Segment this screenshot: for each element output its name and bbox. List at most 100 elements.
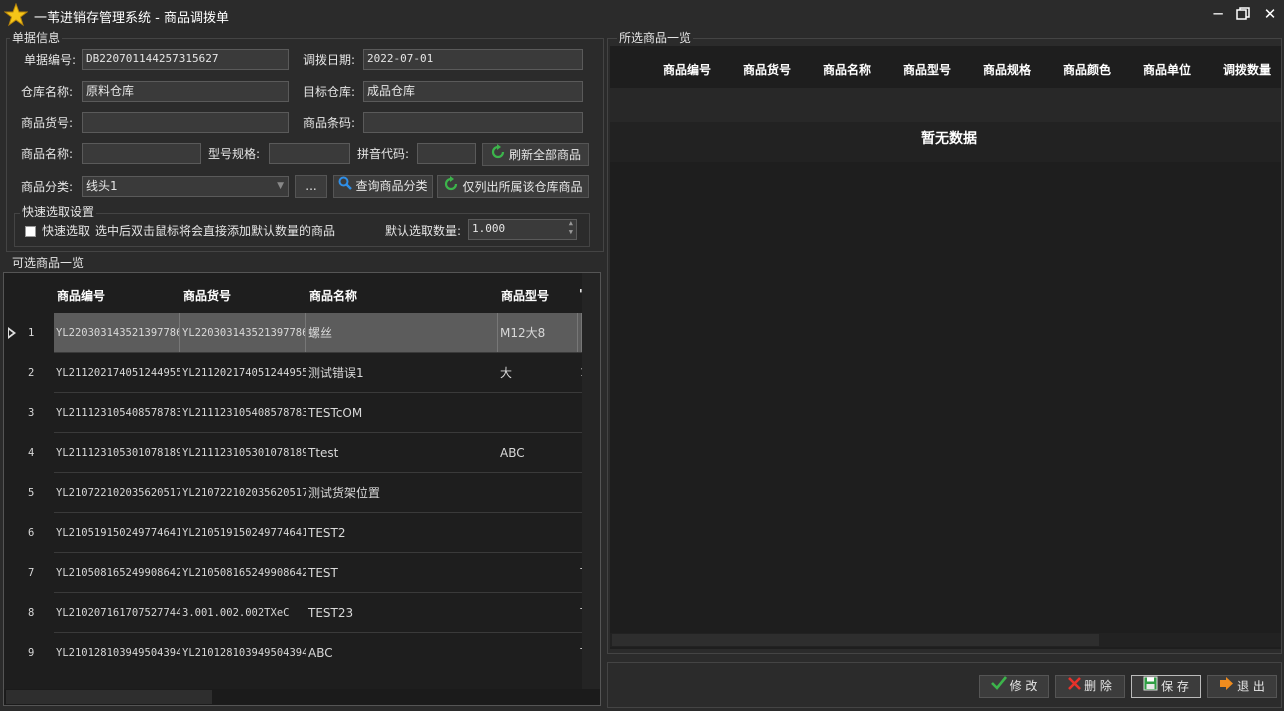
target-warehouse-label: 目标仓库: [303,85,356,99]
list-warehouse-products-label: 仅列出所属该仓库商品 [462,180,583,194]
col-header-name[interactable]: 商品名称 [309,287,357,304]
table-row[interactable]: 4 YL211123105301078189 YL21112310530107818… [4,433,582,473]
cell-model[interactable]: 大 [498,353,578,393]
quick-select-checkbox[interactable] [25,226,36,237]
cell-model[interactable] [498,553,578,593]
exit-label: 退 出 [1237,679,1265,694]
pinyin-field[interactable] [417,143,476,164]
barcode-field[interactable] [363,112,583,133]
selected-col-code[interactable]: 商品编号 [663,61,711,78]
cell-sku[interactable]: YL211123105301078189 [180,433,306,473]
available-products-title: 可选商品一览 [10,256,87,270]
exit-button[interactable]: 退 出 [1207,675,1277,698]
cell-sku[interactable]: YL211123105408578783 [180,393,306,433]
cell-code[interactable]: YL211202174051244955 [54,353,180,393]
selected-col-model[interactable]: 商品型号 [903,61,951,78]
doc-no-field[interactable]: DB220701144257315627 [82,49,289,70]
selected-col-color[interactable]: 商品颜色 [1063,61,1111,78]
cell-code[interactable]: YL220303143521397786 [54,313,180,353]
selected-col-name[interactable]: 商品名称 [823,61,871,78]
cell-name[interactable]: TEST23 [306,593,498,633]
default-qty-label: 默认选取数量: [385,224,462,238]
cell-code[interactable]: YL210722102035620517 [54,473,180,513]
cell-code[interactable]: YL211123105408578783 [54,393,180,433]
table-row[interactable]: 6 YL210519150249774641 YL21051915024977464… [4,513,582,553]
cell-sku[interactable]: YL211202174051244955 [180,353,306,393]
table-row[interactable]: 7 YL210508165249908642 YL21050816524990864… [4,553,582,593]
chevron-down-icon: ▼ [277,181,284,191]
table-row[interactable]: 9 YL210128103949504394 YL21012810394950439… [4,633,582,673]
barcode-label: 商品条码: [303,116,356,130]
cell-name[interactable]: TESTcOM [306,393,498,433]
cell-sku[interactable]: YL210508165249908642 [180,553,306,593]
minimize-button[interactable]: ─ [1206,4,1230,24]
row-number: 8 [28,607,35,619]
cell-name[interactable]: 测试货架位置 [306,473,498,513]
cell-sku[interactable]: YL210128103949504394 [180,633,306,673]
cell-model[interactable]: M12大8 [498,313,578,353]
available-products-grid[interactable]: 商品编号 商品货号 商品名称 商品型号 ' 1 YL220303143521397… [3,272,601,706]
table-row[interactable]: 5 YL210722102035620517 YL21072210203562051… [4,473,582,513]
name-field[interactable] [82,143,201,164]
cell-name[interactable]: 测试错误1 [306,353,498,393]
cell-code[interactable]: YL211123105301078189 [54,433,180,473]
table-row[interactable]: 2 YL211202174051244955 YL21120217405124495… [4,353,582,393]
selected-col-qty[interactable]: 调拨数量 [1223,61,1271,78]
search-icon [338,176,353,197]
document-info-title: 单据信息 [10,31,63,45]
col-header-model[interactable]: 商品型号 [501,287,549,304]
cell-model[interactable] [498,393,578,433]
cell-name[interactable]: Ttest [306,433,498,473]
cell-name[interactable]: TEST [306,553,498,593]
category-browse-button[interactable]: ... [295,175,327,198]
edit-label: 修 改 [1009,679,1038,693]
vertical-scrollbar[interactable] [582,273,600,691]
cell-sku[interactable]: 3.001.002.002TXeC [180,593,306,633]
refresh-all-button[interactable]: 刷新全部商品 [482,143,589,166]
default-qty-spinner[interactable]: 1.000 ▲ ▼ [468,219,577,240]
table-row[interactable]: 3 YL211123105408578783 YL21112310540857878… [4,393,582,433]
warehouse-label: 仓库名称: [21,85,74,99]
table-row[interactable]: 1 YL220303143521397786 YL22030314352139778… [4,313,582,353]
selected-col-unit[interactable]: 商品单位 [1143,61,1191,78]
col-header-code[interactable]: 商品编号 [57,287,105,304]
horizontal-scrollbar[interactable] [4,689,600,705]
cell-name[interactable]: ABC [306,633,498,673]
cell-model[interactable] [498,513,578,553]
table-row[interactable]: 8 YL210207161707527744 3.001.002.002TXeC TE… [4,593,582,633]
model-field[interactable] [269,143,350,164]
cell-sku[interactable]: YL220303143521397786 [180,313,306,353]
warehouse-field[interactable]: 原料仓库 [82,81,289,102]
col-header-sku[interactable]: 商品货号 [183,287,231,304]
cell-name[interactable]: TEST2 [306,513,498,553]
date-field[interactable]: 2022-07-01 [363,49,583,70]
category-value: 线头1 [86,179,118,193]
target-warehouse-field[interactable]: 成品仓库 [363,81,583,102]
sku-field[interactable] [82,112,289,133]
cell-model[interactable] [498,593,578,633]
query-category-button[interactable]: 查询商品分类 [333,175,433,198]
cell-model[interactable] [498,473,578,513]
quick-select-label[interactable]: 快速选取 [42,221,90,241]
category-select[interactable]: 线头1 ▼ [82,176,289,197]
selected-products-grid[interactable]: 商品编号 商品货号 商品名称 商品型号 商品规格 商品颜色 商品单位 调拨数量 … [610,46,1281,649]
cell-code[interactable]: YL210508165249908642 [54,553,180,593]
cell-name[interactable]: 螺丝 [306,313,498,353]
selected-col-sku[interactable]: 商品货号 [743,61,791,78]
cell-code[interactable]: YL210207161707527744 [54,593,180,633]
cell-sku[interactable]: YL210519150249774641 [180,513,306,553]
close-button[interactable]: ✕ [1258,4,1282,24]
cell-sku[interactable]: YL210722102035620517 [180,473,306,513]
restore-button[interactable] [1231,4,1255,24]
cell-code[interactable]: YL210128103949504394 [54,633,180,673]
cell-code[interactable]: YL210519150249774641 [54,513,180,553]
list-warehouse-products-button[interactable]: 仅列出所属该仓库商品 [437,175,589,198]
save-button[interactable]: 保 存 [1131,675,1201,698]
edit-button[interactable]: 修 改 [979,675,1049,698]
selected-horizontal-scrollbar[interactable] [610,633,1281,647]
cell-model[interactable]: ABC [498,433,578,473]
cell-model[interactable] [498,633,578,673]
delete-button[interactable]: 删 除 [1055,675,1125,698]
selected-col-spec[interactable]: 商品规格 [983,61,1031,78]
selected-empty-spacer [610,88,1281,122]
